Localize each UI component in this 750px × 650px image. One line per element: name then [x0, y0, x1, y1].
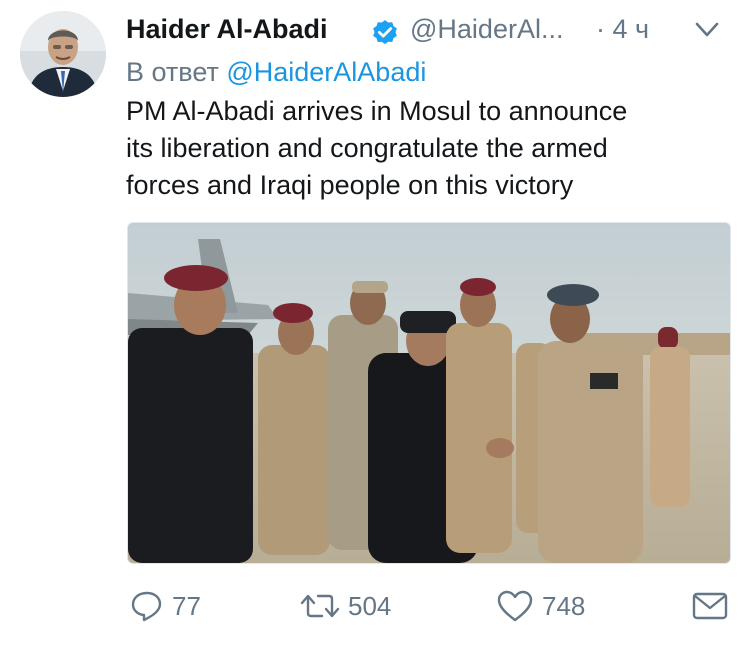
author-avatar[interactable] — [20, 11, 106, 97]
retweet-count: 504 — [348, 590, 392, 621]
avatar-photo — [20, 11, 106, 97]
reply-icon — [131, 591, 162, 622]
like-count: 748 — [542, 590, 586, 621]
tweet-actions: 77 504 748 — [126, 584, 730, 628]
reply-to-mention[interactable]: @HaiderAlAbadi — [226, 57, 426, 87]
chevron-down-icon[interactable] — [694, 18, 720, 42]
reply-context: В ответ @HaiderAlAbadi — [126, 57, 426, 88]
direct-message-button[interactable] — [692, 584, 728, 628]
tweet-text: PM Al-Abadi arrives in Mosul to announce… — [126, 93, 726, 204]
reply-button[interactable]: 77 — [130, 584, 201, 628]
photo-illustration — [128, 223, 730, 563]
tweet-header: Haider Al-Abadi @HaiderAl... · 4 ч — [126, 8, 736, 52]
author-handle[interactable]: @HaiderAl... — [410, 14, 563, 45]
like-button[interactable]: 748 — [496, 584, 585, 628]
reply-count: 77 — [172, 590, 201, 621]
tweet-text-line: PM Al-Abadi arrives in Mosul to announce — [126, 96, 628, 126]
tweet-text-line: forces and Iraqi people on this victory — [126, 170, 574, 200]
envelope-icon — [692, 592, 728, 620]
verified-badge-icon — [373, 20, 397, 45]
reply-prefix: В ответ — [126, 57, 219, 87]
tweet-timestamp[interactable]: · 4 ч — [596, 14, 649, 45]
tweet-media-photo[interactable] — [127, 222, 731, 564]
tweet-text-line: its liberation and congratulate the arme… — [126, 133, 608, 163]
time-separator: · — [596, 14, 605, 44]
heart-icon — [497, 590, 533, 622]
time-value: 4 ч — [612, 14, 650, 44]
retweet-button[interactable]: 504 — [300, 584, 391, 628]
retweet-icon — [300, 594, 340, 618]
author-name[interactable]: Haider Al-Abadi — [126, 14, 328, 45]
